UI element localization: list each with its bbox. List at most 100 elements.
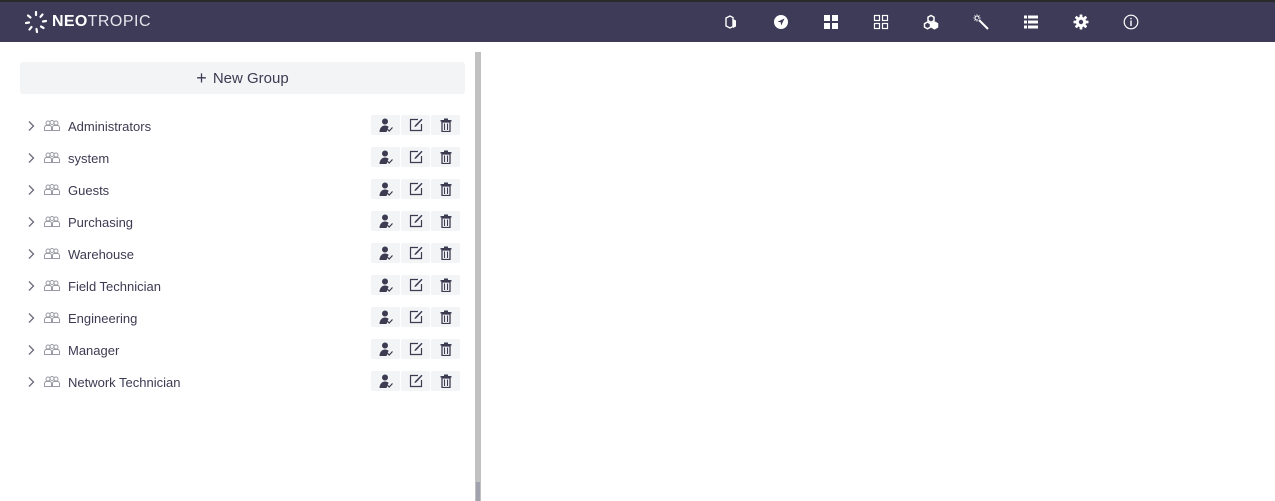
users-group-icon (44, 280, 60, 291)
edit-icon (409, 374, 422, 388)
expand-chevron-icon[interactable] (22, 117, 40, 135)
delete-group-button[interactable] (431, 179, 460, 199)
trash-icon (440, 310, 451, 324)
assign-users-button[interactable] (371, 307, 400, 327)
expand-chevron-icon[interactable] (22, 181, 40, 199)
group-row[interactable]: Field Technician (20, 270, 465, 302)
group-name[interactable]: Administrators (68, 119, 151, 134)
group-row[interactable]: Engineering (20, 302, 465, 334)
expand-chevron-icon[interactable] (22, 373, 40, 391)
group-name[interactable]: Engineering (68, 311, 137, 326)
assign-users-button[interactable] (371, 243, 400, 263)
logo[interactable]: NEO TROPIC (24, 9, 151, 35)
groups-panel: + New Group Administrators system Guests… (0, 42, 476, 501)
edit-group-button[interactable] (401, 211, 430, 231)
trash-icon (440, 118, 451, 132)
trash-icon (440, 342, 451, 356)
group-name[interactable]: Network Technician (68, 375, 180, 390)
user-check-icon (379, 118, 393, 132)
expand-chevron-icon[interactable] (22, 149, 40, 167)
edit-group-button[interactable] (401, 243, 430, 263)
delete-group-button[interactable] (431, 307, 460, 327)
edit-group-button[interactable] (401, 275, 430, 295)
nav-wizard[interactable] (956, 2, 1006, 42)
assign-users-button[interactable] (371, 115, 400, 135)
delete-group-button[interactable] (431, 371, 460, 391)
group-actions (370, 147, 460, 167)
group-row[interactable]: Network Technician (20, 366, 465, 398)
nav-settings[interactable] (1056, 2, 1106, 42)
group-actions (370, 243, 460, 263)
group-list: Administrators system Guests Purchasing … (20, 110, 465, 398)
group-row[interactable]: Administrators (20, 110, 465, 142)
user-check-icon (379, 150, 393, 164)
group-name[interactable]: system (68, 151, 109, 166)
logo-icon (24, 10, 48, 34)
group-name[interactable]: Manager (68, 343, 119, 358)
assign-users-button[interactable] (371, 371, 400, 391)
nav-navigate[interactable] (756, 2, 806, 42)
nav-modules[interactable] (906, 2, 956, 42)
group-name[interactable]: Warehouse (68, 247, 134, 262)
new-group-button[interactable]: + New Group (20, 62, 465, 94)
panel-scrollbar-thumb[interactable] (476, 482, 480, 501)
expand-chevron-icon[interactable] (22, 213, 40, 231)
nav-list[interactable] (1006, 2, 1056, 42)
edit-group-button[interactable] (401, 147, 430, 167)
edit-icon (409, 150, 422, 164)
expand-chevron-icon[interactable] (22, 277, 40, 295)
assign-users-button[interactable] (371, 147, 400, 167)
user-check-icon (379, 278, 393, 292)
edit-group-button[interactable] (401, 307, 430, 327)
grid-outline-icon (873, 14, 889, 30)
user-check-icon (379, 182, 393, 196)
nav-dashboard[interactable] (806, 2, 856, 42)
trash-icon (440, 374, 451, 388)
group-row[interactable]: Purchasing (20, 206, 465, 238)
nav-inventory[interactable] (706, 2, 756, 42)
delete-group-button[interactable] (431, 243, 460, 263)
expand-chevron-icon[interactable] (22, 309, 40, 327)
users-group-icon (44, 248, 60, 259)
users-group-icon (44, 376, 60, 387)
group-actions (370, 371, 460, 391)
edit-icon (409, 118, 422, 132)
edit-group-button[interactable] (401, 115, 430, 135)
assign-users-button[interactable] (371, 275, 400, 295)
delete-group-button[interactable] (431, 275, 460, 295)
nav-about[interactable] (1106, 2, 1156, 42)
group-actions (370, 179, 460, 199)
edit-group-button[interactable] (401, 179, 430, 199)
nav-apps[interactable] (856, 2, 906, 42)
expand-chevron-icon[interactable] (22, 245, 40, 263)
group-row[interactable]: Manager (20, 334, 465, 366)
users-group-icon (44, 152, 60, 163)
delete-group-button[interactable] (431, 147, 460, 167)
edit-icon (409, 246, 422, 260)
magic-wand-icon (973, 14, 989, 30)
brand-light: TROPIC (87, 13, 152, 30)
group-name[interactable]: Purchasing (68, 215, 133, 230)
expand-chevron-icon[interactable] (22, 341, 40, 359)
trash-icon (440, 278, 451, 292)
assign-users-button[interactable] (371, 339, 400, 359)
delete-group-button[interactable] (431, 211, 460, 231)
compass-icon (774, 15, 788, 29)
panel-scrollbar-track[interactable] (475, 52, 481, 501)
users-group-icon (44, 216, 60, 227)
group-row[interactable]: Warehouse (20, 238, 465, 270)
group-name[interactable]: Guests (68, 183, 109, 198)
group-name[interactable]: Field Technician (68, 279, 161, 294)
assign-users-button[interactable] (371, 179, 400, 199)
edit-group-button[interactable] (401, 371, 430, 391)
group-row[interactable]: Guests (20, 174, 465, 206)
delete-group-button[interactable] (431, 115, 460, 135)
group-actions (370, 275, 460, 295)
group-row[interactable]: system (20, 142, 465, 174)
delete-group-button[interactable] (431, 339, 460, 359)
trash-icon (440, 150, 451, 164)
assign-users-button[interactable] (371, 211, 400, 231)
brand-bold: NEO (52, 13, 88, 30)
edit-group-button[interactable] (401, 339, 430, 359)
grid-filled-icon (824, 15, 838, 29)
